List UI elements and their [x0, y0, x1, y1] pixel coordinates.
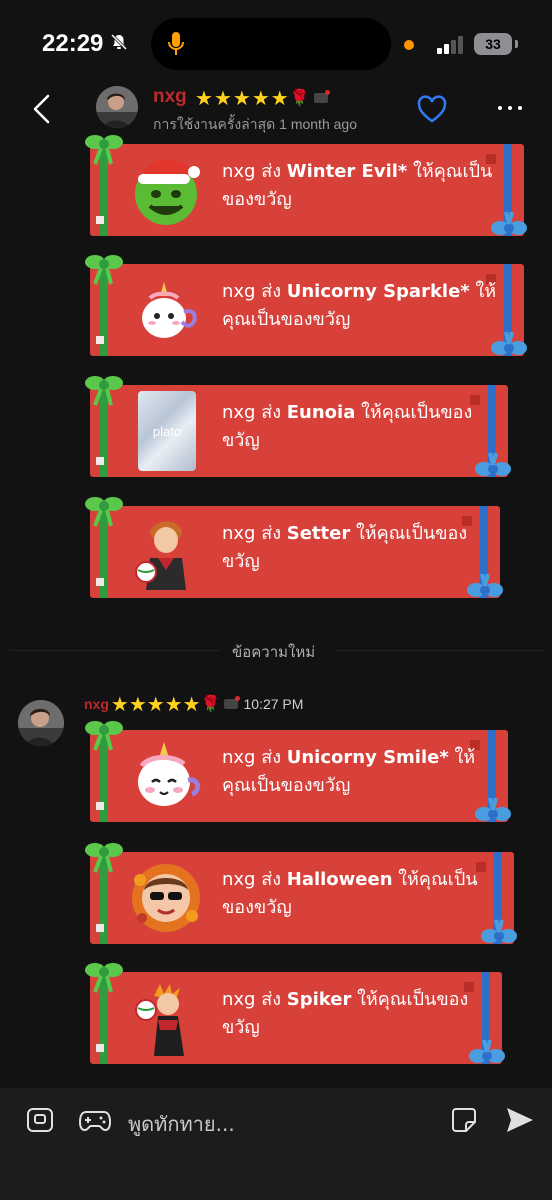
decor	[96, 336, 104, 344]
star-icon: ★	[270, 86, 289, 110]
emoji-keyboard-icon[interactable]	[26, 1106, 54, 1134]
sender-name[interactable]: nxg	[84, 696, 109, 712]
rose-icon: 🌹	[289, 88, 310, 107]
gift-bow-icon	[85, 721, 123, 751]
star-icon: ★	[213, 86, 232, 110]
chat-header: nxg ★ ★ ★ ★ ★ 🌹 การใช้งานครั้งล่าสุด 1 m…	[0, 80, 552, 142]
dynamic-island	[151, 18, 391, 70]
decor	[96, 457, 104, 465]
halloween-thumbnail	[132, 864, 200, 932]
bell-slash-icon	[110, 33, 128, 51]
gamepad-icon[interactable]	[78, 1106, 112, 1134]
status-time: 22:29	[42, 30, 104, 57]
gift-bow-icon	[85, 843, 123, 873]
star-icon: ★	[128, 692, 147, 716]
spiker-thumbnail	[135, 984, 184, 1056]
gift-card[interactable]: nxg ส่ง Unicorny Sparkle* ให้คุณเป็นของข…	[85, 255, 527, 356]
battery-tip	[515, 40, 518, 48]
rose-icon: 🌹	[200, 694, 221, 713]
decor	[96, 924, 104, 932]
message-time: 10:27 PM	[243, 696, 304, 712]
gift-card[interactable]: nxg ส่ง Spiker ให้คุณเป็นของขวัญ	[85, 963, 505, 1064]
star-icon: ★	[195, 86, 213, 110]
last-active-text: การใช้งานครั้งล่าสุด 1 month ago	[153, 116, 357, 132]
privacy-indicator	[404, 40, 414, 50]
winter-evil-thumbnail	[135, 159, 200, 225]
mic-icon	[168, 32, 184, 55]
star-icon: ★	[110, 692, 129, 716]
composer-bar	[0, 1088, 552, 1200]
gift-card[interactable]: nxg ส่ง Winter Evil* ให้คุณเป็นของขวัญ	[85, 135, 527, 236]
more-icon[interactable]	[498, 106, 522, 110]
back-icon[interactable]	[32, 94, 52, 124]
signal-icon	[437, 36, 463, 54]
send-icon[interactable]	[504, 1104, 536, 1136]
gift-bow-icon	[85, 255, 123, 285]
sticker-icon[interactable]	[450, 1106, 478, 1134]
avatar[interactable]	[18, 700, 64, 746]
star-icon: ★	[251, 86, 270, 110]
new-messages-label: ข้อความใหม่	[232, 643, 316, 661]
divider	[10, 650, 220, 651]
status-bar: 22:29 33	[0, 0, 552, 90]
badge-row: ★ ★ ★ ★ ★ 🌹	[195, 86, 330, 110]
gift-card[interactable]: nxg ส่ง Setter ให้คุณเป็นของขวัญ	[85, 497, 503, 598]
gift-bow-icon	[85, 376, 123, 406]
battery-indicator: 33	[474, 33, 512, 55]
gift-text: nxg ส่ง Spiker ให้คุณเป็นของขวัญ	[222, 989, 469, 1038]
decor	[96, 802, 104, 810]
flag-icon	[223, 696, 240, 709]
gift-card[interactable]: nxg ส่ง Halloween ให้คุณเป็นของขวัญ	[85, 843, 517, 944]
contact-name[interactable]: nxg	[153, 86, 187, 108]
eunoia-thumbnail: plato	[138, 391, 196, 471]
gift-bow-icon	[85, 135, 123, 165]
star-icon: ★	[182, 692, 201, 716]
avatar[interactable]	[96, 86, 138, 128]
message-header: nxg ★ ★ ★ ★ ★ 🌹 10:27 PM	[84, 692, 303, 716]
decor	[96, 216, 104, 224]
gift-text: nxg ส่ง Setter ให้คุณเป็นของขวัญ	[222, 523, 468, 572]
gift-card[interactable]: plato nxg ส่ง Eunoia ให้คุณเป็นของขวัญ	[85, 376, 511, 477]
gift-text: nxg ส่ง Unicorny Sparkle* ให้คุณเป็นของข…	[222, 281, 497, 330]
unicorny-sparkle-thumbnail	[142, 282, 197, 338]
gift-bow-icon	[85, 963, 123, 993]
gift-text: nxg ส่ง Winter Evil* ให้คุณเป็นของขวัญ	[222, 161, 493, 210]
gift-text: nxg ส่ง Unicorny Smile* ให้คุณเป็นของขวั…	[222, 747, 476, 796]
message-input[interactable]: พูดทักทาย...	[128, 1108, 235, 1140]
decor	[96, 1044, 104, 1052]
flag-icon	[313, 90, 330, 103]
setter-thumbnail	[135, 521, 186, 590]
gift-bow-icon	[85, 497, 123, 527]
heart-icon[interactable]	[416, 94, 448, 124]
star-icon: ★	[232, 86, 251, 110]
star-icon: ★	[164, 692, 183, 716]
gift-text: nxg ส่ง Eunoia ให้คุณเป็นของขวัญ	[222, 402, 473, 451]
star-icon: ★	[146, 692, 165, 716]
unicorny-smile-thumbnail	[138, 742, 200, 806]
thumbnail-label: plato	[152, 423, 182, 439]
gift-card[interactable]: nxg ส่ง Unicorny Smile* ให้คุณเป็นของขวั…	[85, 721, 511, 822]
divider	[335, 650, 545, 651]
decor	[96, 578, 104, 586]
gift-text: nxg ส่ง Halloween ให้คุณเป็นของขวัญ	[222, 869, 478, 918]
